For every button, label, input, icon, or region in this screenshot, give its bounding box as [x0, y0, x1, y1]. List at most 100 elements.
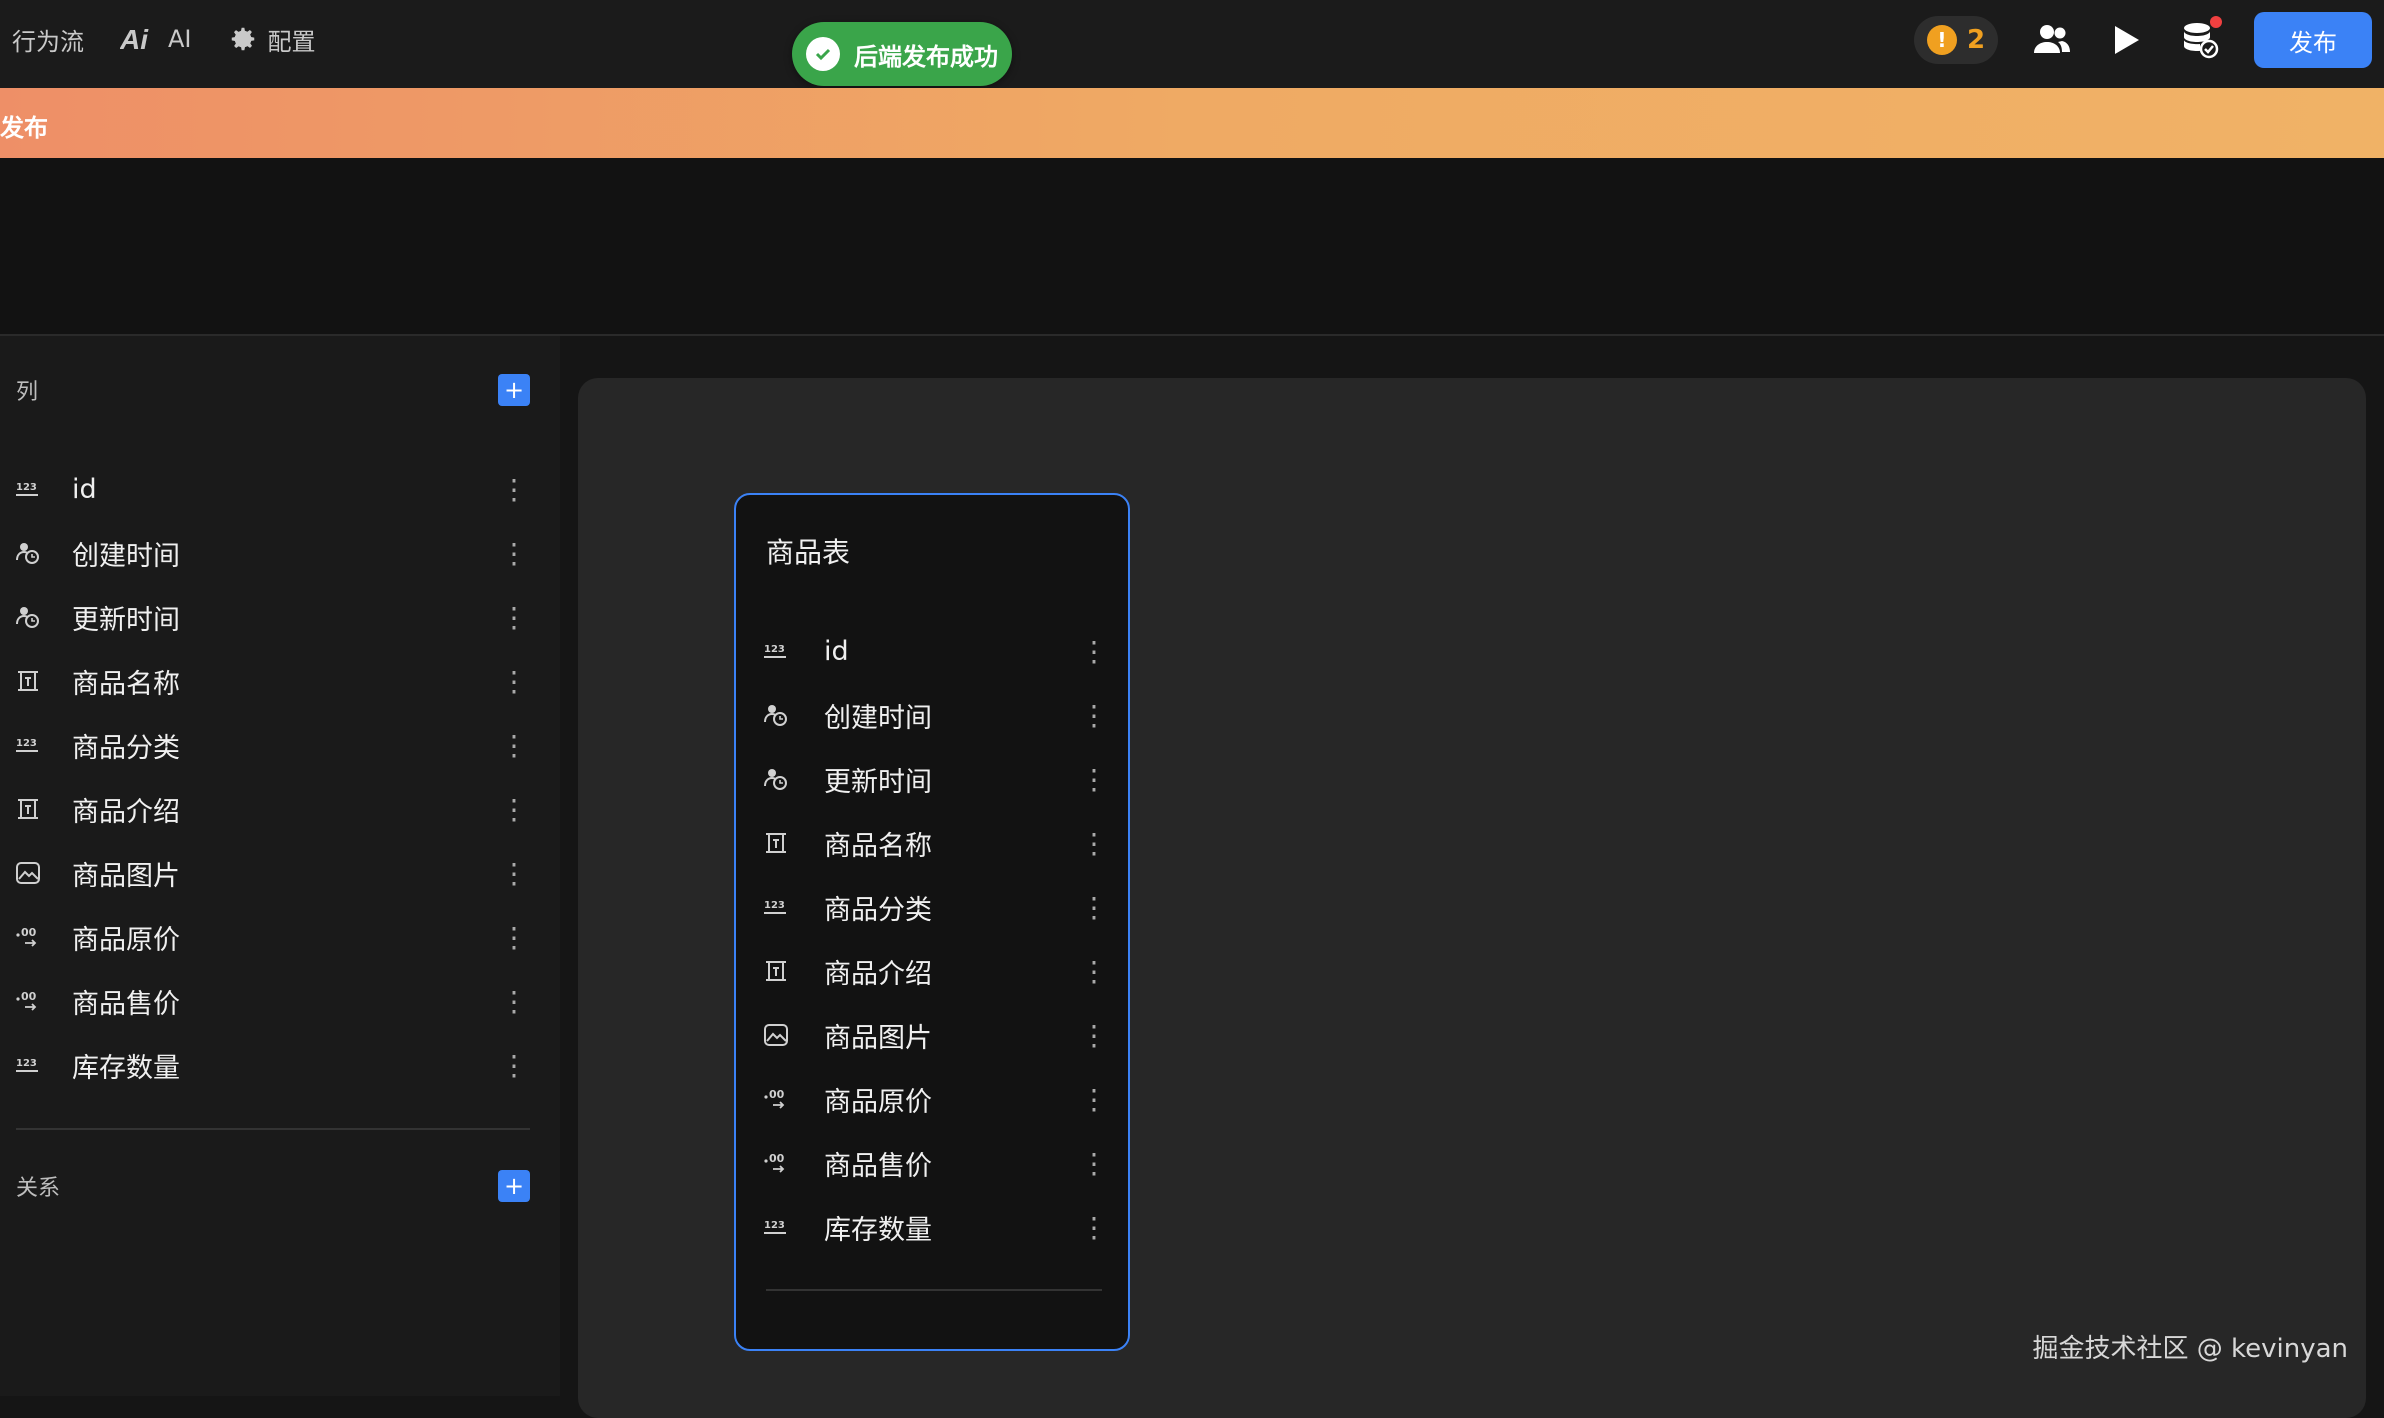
number-icon: 123 — [762, 1213, 790, 1241]
column-label: 商品介绍 — [824, 958, 932, 990]
card-column-row[interactable]: 123 id ⋮ — [736, 619, 1128, 683]
svg-text:00: 00 — [769, 1152, 785, 1165]
sidebar-column-row[interactable]: 商品介绍 ⋮ — [0, 777, 560, 841]
svg-text:00: 00 — [769, 1088, 785, 1101]
more-vertical-icon[interactable]: ⋮ — [500, 729, 528, 762]
more-vertical-icon[interactable]: ⋮ — [1080, 699, 1108, 732]
card-column-row[interactable]: 商品介绍 ⋮ — [736, 939, 1128, 1003]
sidebar-column-row[interactable]: 123 id ⋮ — [0, 457, 560, 521]
card-column-row[interactable]: 更新时间 ⋮ — [736, 747, 1128, 811]
run-button[interactable] — [2106, 20, 2146, 60]
sidebar-column-row[interactable]: 更新时间 ⋮ — [0, 585, 560, 649]
publish-banner: 发布 — [0, 88, 2384, 158]
timestamp-icon — [762, 765, 790, 793]
more-vertical-icon[interactable]: ⋮ — [1080, 635, 1108, 668]
column-label: 商品分类 — [824, 894, 932, 926]
publish-button[interactable]: 发布 — [2254, 12, 2372, 68]
timestamp-icon — [14, 603, 42, 631]
card-column-row[interactable]: 商品图片 ⋮ — [736, 1003, 1128, 1067]
sidebar-column-row[interactable]: 123 库存数量 ⋮ — [0, 1033, 560, 1097]
success-toast: 后端发布成功 — [792, 22, 1012, 86]
section-divider — [16, 1128, 530, 1130]
check-circle-icon — [806, 37, 840, 71]
column-label: 商品图片 — [72, 860, 180, 892]
column-label: 商品分类 — [72, 732, 180, 764]
table-card-title: 商品表 — [766, 536, 851, 569]
more-vertical-icon[interactable]: ⋮ — [1080, 891, 1108, 924]
column-label: 商品原价 — [72, 924, 180, 956]
toast-message: 后端发布成功 — [854, 42, 998, 71]
table-card[interactable]: 商品表 123 id ⋮ 创建时间 ⋮ 更新时间 ⋮ 商品名称 ⋮ 123 商品分类 ⋮ 商品介绍 ⋮ 商品… — [734, 493, 1130, 1351]
notification-dot — [2210, 16, 2222, 28]
card-column-row[interactable]: 商品名称 ⋮ — [736, 811, 1128, 875]
play-icon — [2115, 26, 2139, 54]
top-bar-left: 行为流 Ai AI 配置 — [12, 18, 316, 60]
columns-title: 列 — [16, 380, 39, 405]
svg-text:123: 123 — [16, 482, 37, 493]
card-column-row[interactable]: 123 商品分类 ⋮ — [736, 875, 1128, 939]
more-vertical-icon[interactable]: ⋮ — [500, 921, 528, 954]
number-icon: 123 — [14, 1051, 42, 1079]
more-vertical-icon[interactable]: ⋮ — [1080, 827, 1108, 860]
sidebar-column-row[interactable]: 00 商品售价 ⋮ — [0, 969, 560, 1033]
database-status-button[interactable] — [2180, 16, 2222, 60]
svg-text:123: 123 — [764, 1220, 785, 1231]
column-label: 库存数量 — [72, 1052, 180, 1084]
relations-section-header: 关系 + — [16, 1166, 530, 1206]
ai-label: AI — [168, 25, 192, 53]
warning-count: 2 — [1966, 25, 1986, 55]
flow-label: 行为流 — [12, 27, 84, 56]
more-vertical-icon[interactable]: ⋮ — [1080, 1083, 1108, 1116]
decimal-icon: 00 — [762, 1149, 790, 1177]
sidebar-column-row[interactable]: 00 商品原价 ⋮ — [0, 905, 560, 969]
more-vertical-icon[interactable]: ⋮ — [500, 473, 528, 506]
columns-section-header: 列 + — [16, 370, 530, 410]
sidebar-column-row[interactable]: 商品图片 ⋮ — [0, 841, 560, 905]
svg-text:00: 00 — [21, 990, 37, 1003]
column-label: 商品售价 — [72, 988, 180, 1020]
column-label: 商品图片 — [824, 1022, 932, 1054]
warning-icon: ! — [1926, 25, 1957, 55]
card-column-row[interactable]: 00 商品原价 ⋮ — [736, 1067, 1128, 1131]
users-icon — [2034, 25, 2070, 53]
number-icon: 123 — [14, 731, 42, 759]
warnings-badge[interactable]: ! 2 — [1914, 16, 1998, 64]
add-relation-button[interactable]: + — [498, 1170, 530, 1202]
number-icon: 123 — [762, 893, 790, 921]
more-vertical-icon[interactable]: ⋮ — [500, 665, 528, 698]
sidebar-column-row[interactable]: 123 商品分类 ⋮ — [0, 713, 560, 777]
card-column-row[interactable]: 00 商品售价 ⋮ — [736, 1131, 1128, 1195]
more-vertical-icon[interactable]: ⋮ — [500, 537, 528, 570]
flow-menu-item[interactable]: 行为流 — [12, 22, 84, 57]
config-menu-item[interactable]: 配置 — [228, 22, 316, 57]
more-vertical-icon[interactable]: ⋮ — [1080, 955, 1108, 988]
more-vertical-icon[interactable]: ⋮ — [500, 1049, 528, 1082]
column-label: 创建时间 — [72, 540, 180, 572]
more-vertical-icon[interactable]: ⋮ — [1080, 1147, 1108, 1180]
text-icon — [14, 795, 42, 823]
more-vertical-icon[interactable]: ⋮ — [500, 985, 528, 1018]
more-vertical-icon[interactable]: ⋮ — [1080, 1211, 1108, 1244]
more-vertical-icon[interactable]: ⋮ — [1080, 1019, 1108, 1052]
card-column-row[interactable]: 123 库存数量 ⋮ — [736, 1195, 1128, 1259]
svg-text:123: 123 — [16, 1058, 37, 1069]
timestamp-icon — [762, 701, 790, 729]
number-icon: 123 — [762, 637, 790, 665]
add-column-button[interactable]: + — [498, 374, 530, 406]
relations-title: 关系 — [16, 1176, 61, 1201]
card-divider — [766, 1289, 1102, 1291]
ai-icon: Ai — [120, 24, 158, 54]
card-column-row[interactable]: 创建时间 ⋮ — [736, 683, 1128, 747]
decimal-icon: 00 — [14, 923, 42, 951]
more-vertical-icon[interactable]: ⋮ — [500, 601, 528, 634]
more-vertical-icon[interactable]: ⋮ — [500, 793, 528, 826]
sidebar-column-row[interactable]: 商品名称 ⋮ — [0, 649, 560, 713]
sidebar-column-row[interactable]: 创建时间 ⋮ — [0, 521, 560, 585]
more-vertical-icon[interactable]: ⋮ — [1080, 763, 1108, 796]
top-bar: 行为流 Ai AI 配置 ! 2 发布 — [0, 0, 2384, 88]
ai-menu-item[interactable]: Ai AI — [120, 24, 192, 54]
users-button[interactable] — [2032, 20, 2072, 60]
column-label: 更新时间 — [72, 604, 180, 636]
banner-text: 发布 — [0, 114, 48, 142]
more-vertical-icon[interactable]: ⋮ — [500, 857, 528, 890]
